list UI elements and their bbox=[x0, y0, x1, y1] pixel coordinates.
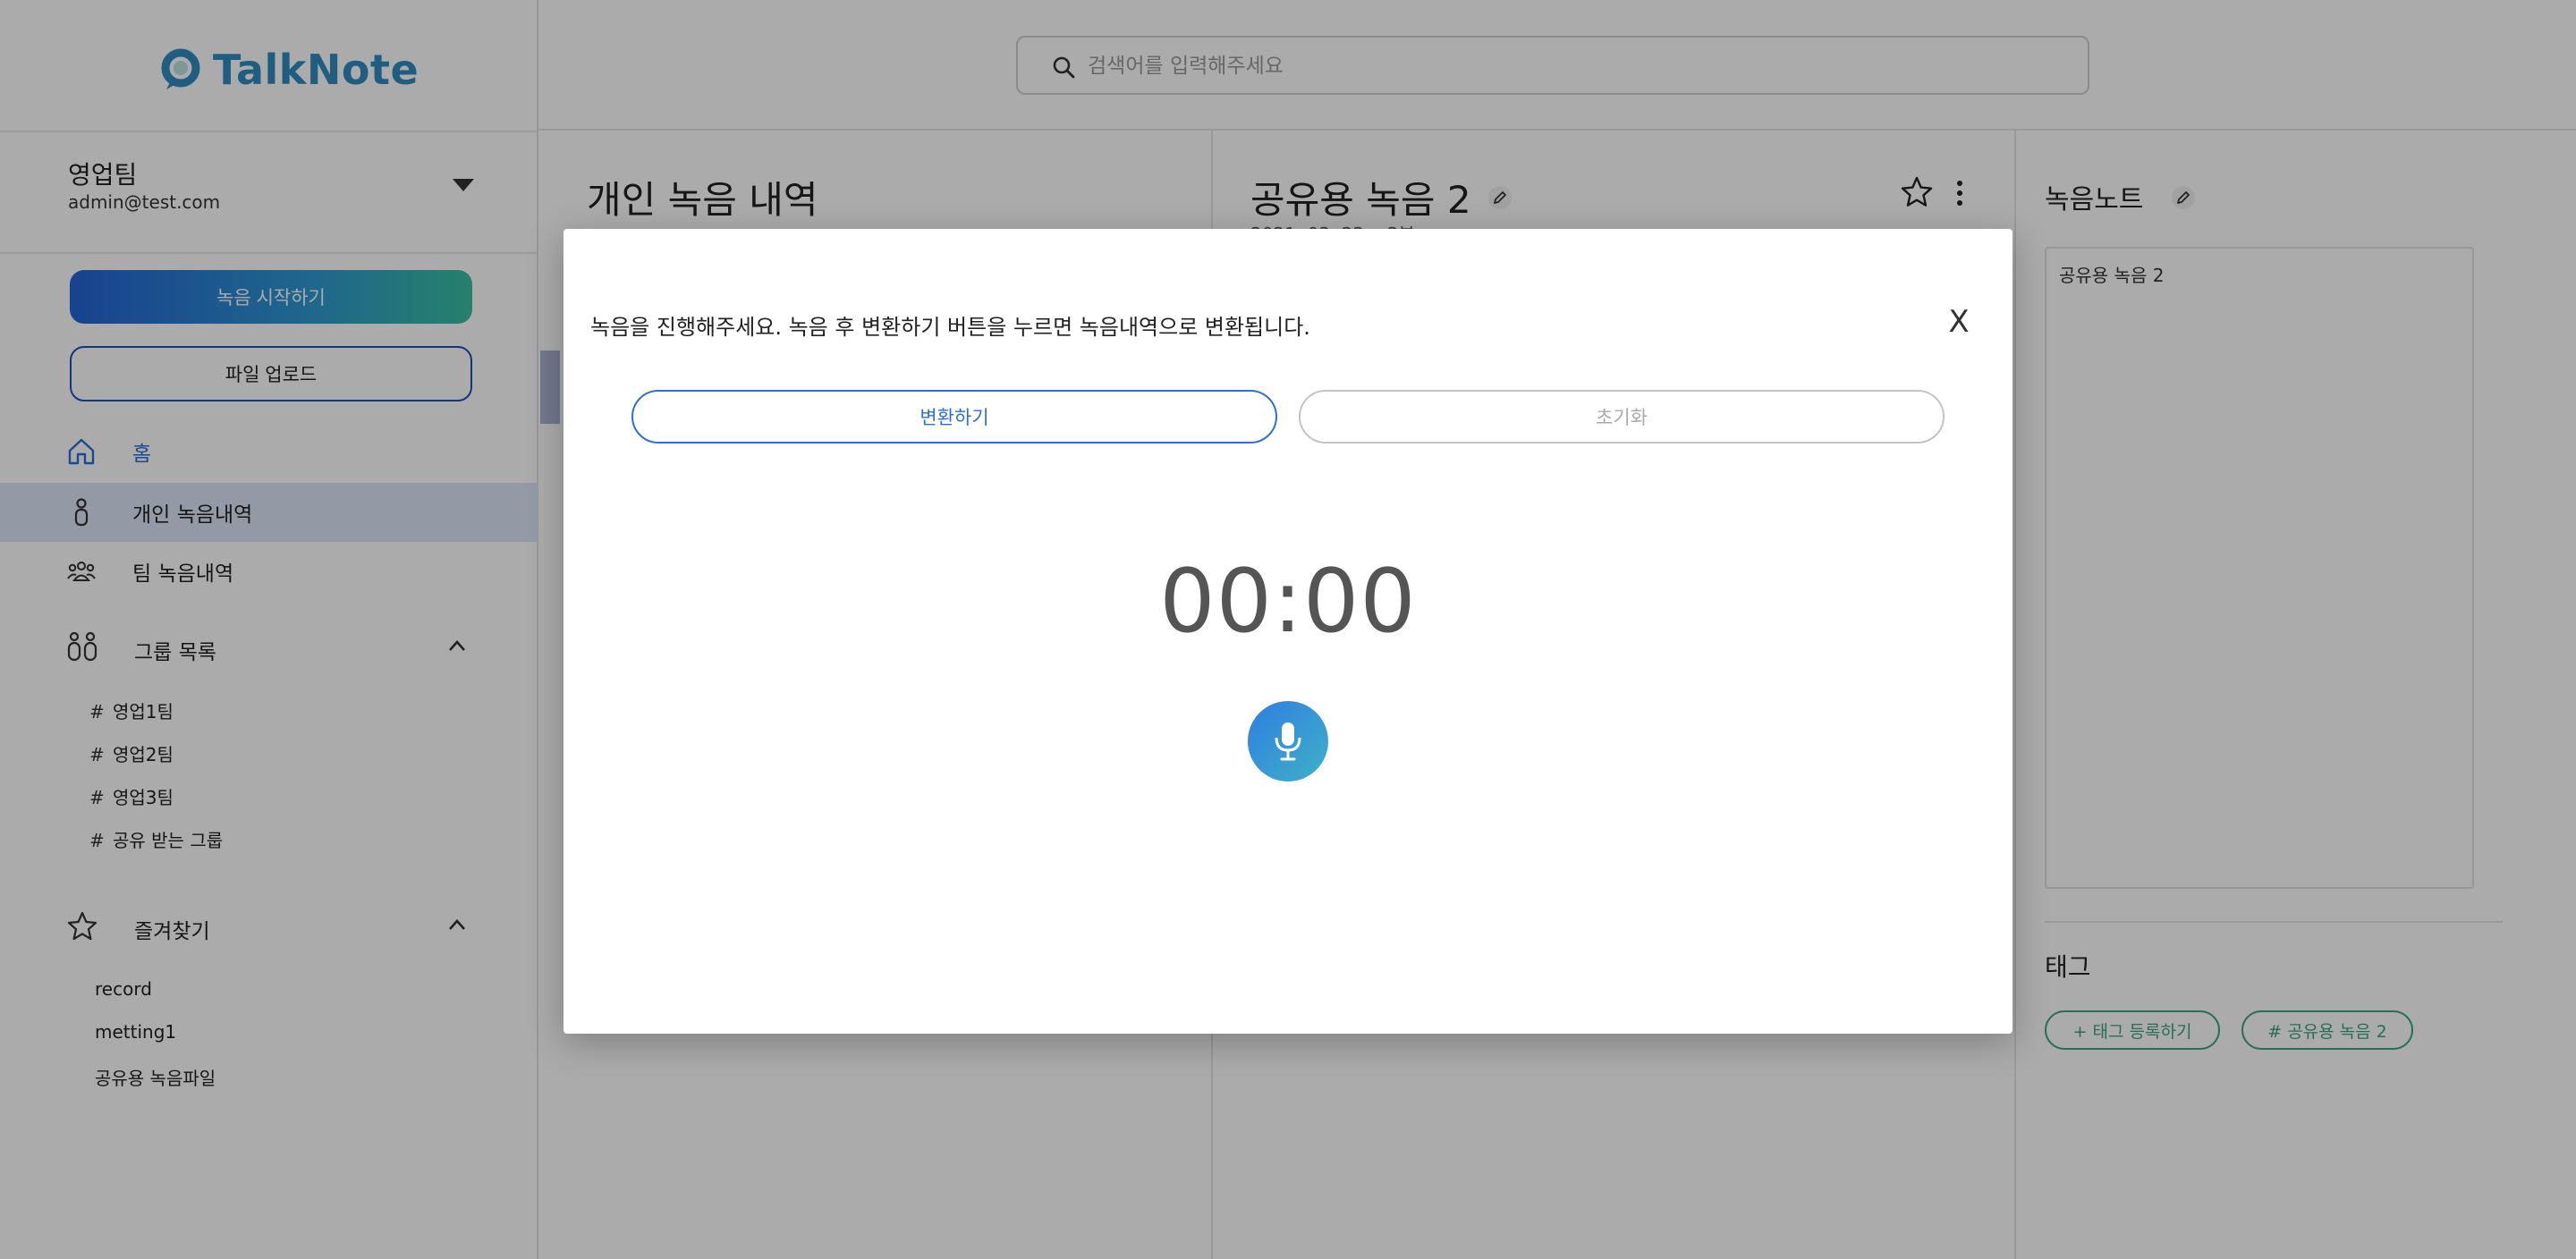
recording-timer: 00:00 bbox=[1159, 551, 1417, 653]
microphone-icon bbox=[1275, 722, 1301, 761]
convert-button[interactable]: 변환하기 bbox=[631, 390, 1277, 444]
recording-modal: 녹음을 진행해주세요. 녹음 후 변환하기 버튼을 누르면 녹음내역으로 변환됩… bbox=[564, 229, 2012, 1034]
close-button[interactable]: X bbox=[1941, 302, 1977, 342]
microphone-button[interactable] bbox=[1248, 701, 1328, 782]
reset-button[interactable]: 초기화 bbox=[1299, 390, 1945, 444]
modal-message: 녹음을 진행해주세요. 녹음 후 변환하기 버튼을 누르면 녹음내역으로 변환됩… bbox=[590, 315, 1310, 340]
